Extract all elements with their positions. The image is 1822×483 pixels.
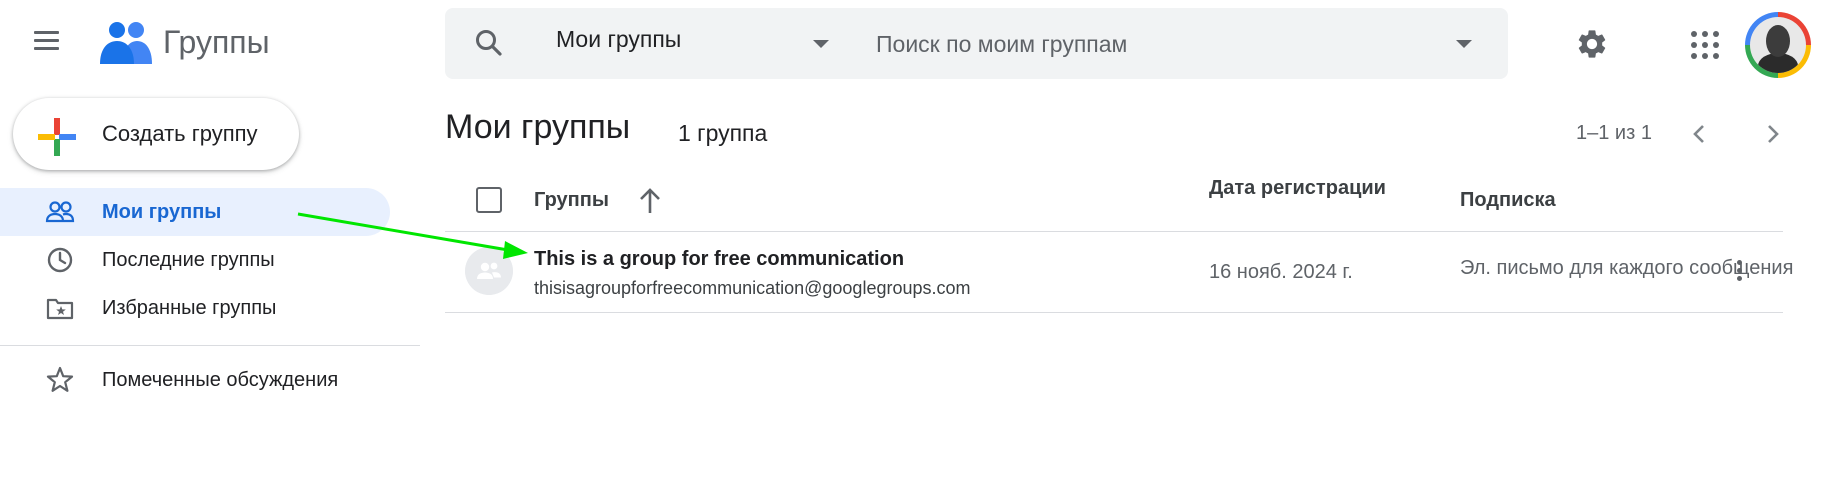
chevron-down-icon[interactable] [813, 40, 829, 48]
sidebar-item-label: Мои группы [102, 201, 222, 223]
chevron-left-icon[interactable] [1686, 120, 1714, 148]
starred-folder-icon [46, 298, 74, 320]
main-menu-button[interactable] [30, 24, 62, 56]
group-subscription[interactable]: Эл. письмо для каждого сообщения [1460, 257, 1808, 280]
search-icon[interactable] [473, 27, 505, 59]
search-scope-select[interactable]: Мои группы [556, 26, 681, 53]
search-options-dropdown-icon[interactable] [1456, 40, 1472, 48]
clock-icon [47, 247, 73, 273]
group-name[interactable]: This is a group for free communication [534, 248, 904, 271]
row-divider [445, 312, 1783, 313]
sidebar-item-label: Избранные группы [102, 297, 277, 319]
group-registration-date: 16 нояб. 2024 г. [1209, 261, 1353, 283]
groups-logo-icon [100, 22, 152, 64]
column-header-date[interactable]: Дата регистрации [1209, 173, 1389, 204]
sidebar-item-label: Помеченные обсуждения [102, 369, 339, 391]
pagination-info: 1–1 из 1 [1576, 122, 1652, 144]
search-input[interactable] [876, 24, 1436, 64]
group-count: 1 группа [678, 120, 768, 146]
apps-icon[interactable] [1691, 31, 1719, 59]
people-icon [45, 201, 75, 223]
gear-icon[interactable] [1575, 27, 1609, 61]
select-all-checkbox[interactable] [476, 187, 502, 213]
more-vert-icon[interactable] [1733, 256, 1747, 286]
group-avatar-icon [465, 247, 513, 295]
sidebar-item-label: Последние группы [102, 249, 275, 271]
create-group-label: Создать группу [102, 121, 258, 146]
star-icon [46, 366, 74, 392]
column-header-groups[interactable]: Группы [534, 189, 609, 212]
plus-icon [38, 118, 76, 156]
chevron-right-icon[interactable] [1758, 120, 1786, 148]
avatar[interactable] [1745, 12, 1811, 78]
sort-ascending-icon[interactable] [636, 186, 664, 216]
sidebar-divider [0, 345, 420, 346]
column-header-subscription[interactable]: Подписка [1460, 189, 1556, 212]
app-title: Группы [163, 24, 270, 60]
page-title: Мои группы [445, 108, 631, 146]
group-email: thisisagroupforfreecommunication@googleg… [534, 278, 971, 298]
